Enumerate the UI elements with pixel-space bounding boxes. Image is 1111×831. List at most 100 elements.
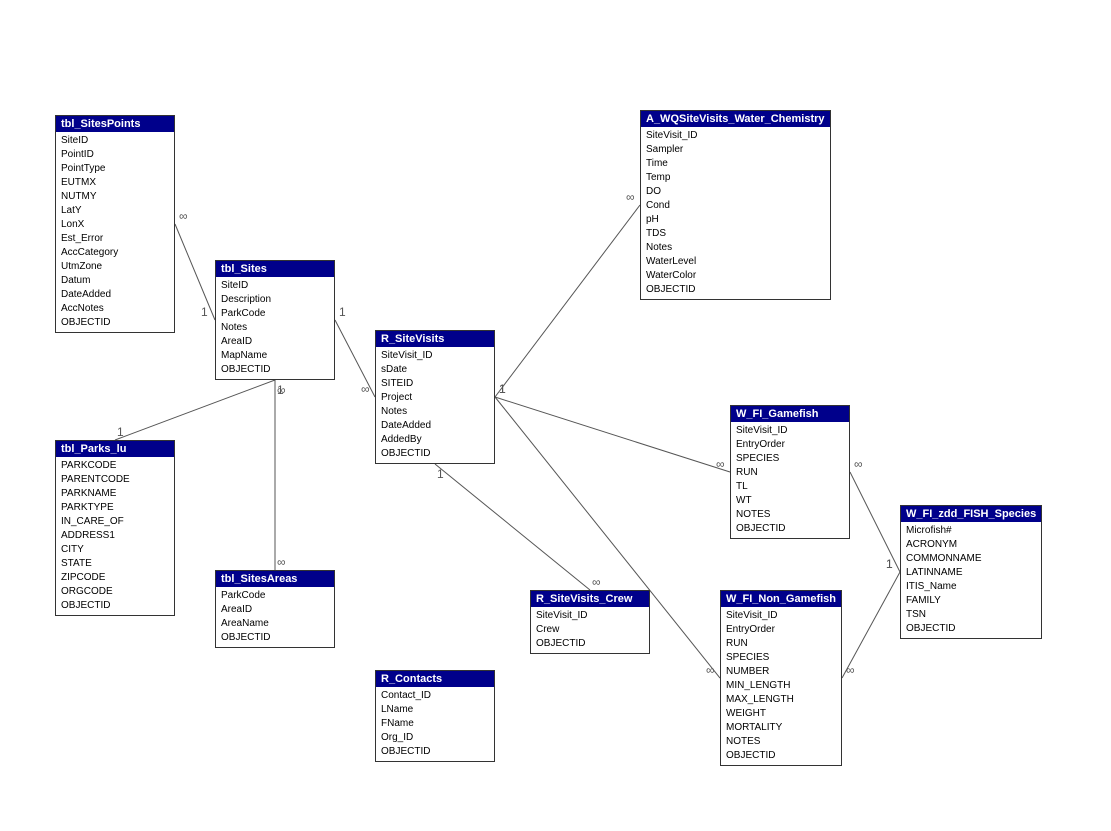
field-row: ParkCode — [221, 307, 329, 321]
field-row: FName — [381, 717, 489, 731]
field-row: TL — [736, 480, 844, 494]
table-R_Contacts: R_ContactsContact_IDLNameFNameOrg_IDOBJE… — [375, 670, 495, 762]
field-row: FAMILY — [906, 594, 1036, 608]
field-row: EntryOrder — [736, 438, 844, 452]
field-row: EntryOrder — [726, 623, 836, 637]
field-row: IN_CARE_OF — [61, 515, 169, 529]
field-row: Microfish# — [906, 524, 1036, 538]
field-row: SiteVisit_ID — [736, 424, 844, 438]
svg-text:1: 1 — [117, 425, 124, 439]
field-row: OBJECTID — [536, 637, 644, 651]
field-row: LatY — [61, 204, 169, 218]
field-row: WEIGHT — [726, 707, 836, 721]
field-row: SiteID — [221, 279, 329, 293]
table-header-R_SiteVisits: R_SiteVisits — [376, 331, 494, 347]
field-row: Est_Error — [61, 232, 169, 246]
page-header — [0, 0, 1111, 10]
field-row: NUMBER — [726, 665, 836, 679]
field-row: MORTALITY — [726, 721, 836, 735]
field-row: DateAdded — [381, 419, 489, 433]
field-row: OBJECTID — [221, 363, 329, 377]
field-row: MAX_LENGTH — [726, 693, 836, 707]
field-row: Crew — [536, 623, 644, 637]
table-W_FI_Non_Gamefish: W_FI_Non_Gamefish SiteVisit_IDEntryOrderR… — [720, 590, 842, 766]
table-header-R_SiteVisits_Crew: R_SiteVisits_Crew — [531, 591, 649, 607]
table-W_FI_zdd_FISH_Species: W_FI_zdd_FISH_SpeciesMicrofish#ACRONYMCO… — [900, 505, 1042, 639]
field-row: SiteVisit_ID — [536, 609, 644, 623]
table-R_SiteVisits: R_SiteVisits SiteVisit_IDsDateSITEIDProje… — [375, 330, 495, 464]
field-row: sDate — [381, 363, 489, 377]
field-row: SiteVisit_ID — [646, 129, 825, 143]
svg-text:∞: ∞ — [179, 209, 188, 223]
field-row: Project — [381, 391, 489, 405]
field-row: TSN — [906, 608, 1036, 622]
field-row: WaterColor — [646, 269, 825, 283]
field-row: TDS — [646, 227, 825, 241]
table-A_WQSiteVisits_Water_Chemistry: A_WQSiteVisits_Water_ChemistrySiteVisit_… — [640, 110, 831, 300]
field-row: OBJECTID — [61, 316, 169, 330]
field-row: AreaName — [221, 617, 329, 631]
table-tbl_Parks_lu: tbl_Parks_luPARKCODEPARENTCODEPARKNAMEPA… — [55, 440, 175, 616]
field-row: OBJECTID — [906, 622, 1036, 636]
field-row: ZIPCODE — [61, 571, 169, 585]
table-fields-tbl_Parks_lu: PARKCODEPARENTCODEPARKNAMEPARKTYPEIN_CAR… — [56, 457, 174, 615]
svg-text:∞: ∞ — [854, 457, 863, 471]
field-row: SPECIES — [726, 651, 836, 665]
field-row: NOTES — [736, 508, 844, 522]
field-row: OBJECTID — [726, 749, 836, 763]
field-row: PARKTYPE — [61, 501, 169, 515]
field-row: OBJECTID — [221, 631, 329, 645]
field-row: Notes — [646, 241, 825, 255]
svg-text:1: 1 — [437, 467, 444, 481]
field-row: LATINNAME — [906, 566, 1036, 580]
svg-text:∞: ∞ — [626, 190, 635, 204]
field-row: OBJECTID — [736, 522, 844, 536]
table-fields-R_Contacts: Contact_IDLNameFNameOrg_IDOBJECTID — [376, 687, 494, 761]
field-row: NOTES — [726, 735, 836, 749]
table-fields-W_FI_Gamefish: SiteVisit_IDEntryOrderSPECIESRUNTLWTNOTE… — [731, 422, 849, 538]
svg-text:1: 1 — [339, 305, 346, 319]
table-R_SiteVisits_Crew: R_SiteVisits_CrewSiteVisit_IDCrewOBJECTI… — [530, 590, 650, 654]
field-row: ITIS_Name — [906, 580, 1036, 594]
field-row: RUN — [726, 637, 836, 651]
field-row: DateAdded — [61, 288, 169, 302]
field-row: PARKNAME — [61, 487, 169, 501]
field-row: PointID — [61, 148, 169, 162]
field-row: Datum — [61, 274, 169, 288]
field-row: NUTMY — [61, 190, 169, 204]
field-row: Time — [646, 157, 825, 171]
field-row: Notes — [381, 405, 489, 419]
table-header-tbl_Sites: tbl_Sites — [216, 261, 334, 277]
svg-text:1: 1 — [886, 557, 893, 571]
field-row: pH — [646, 213, 825, 227]
field-row: WaterLevel — [646, 255, 825, 269]
table-header-R_Contacts: R_Contacts — [376, 671, 494, 687]
field-row: MapName — [221, 349, 329, 363]
field-row: SiteVisit_ID — [726, 609, 836, 623]
field-row: AccNotes — [61, 302, 169, 316]
svg-text:1: 1 — [499, 382, 506, 396]
field-row: Description — [221, 293, 329, 307]
field-row: Org_ID — [381, 731, 489, 745]
field-row: CITY — [61, 543, 169, 557]
field-row: OBJECTID — [61, 599, 169, 613]
field-row: SITEID — [381, 377, 489, 391]
field-row: COMMONNAME — [906, 552, 1036, 566]
table-header-W_FI_Non_Gamefish: W_FI_Non_Gamefish — [721, 591, 841, 607]
field-row: LName — [381, 703, 489, 717]
table-tbl_SitesAreas: tbl_SitesAreasParkCodeAreaIDAreaNameOBJE… — [215, 570, 335, 648]
field-row: ParkCode — [221, 589, 329, 603]
table-header-W_FI_zdd_FISH_Species: W_FI_zdd_FISH_Species — [901, 506, 1041, 522]
svg-text:1: 1 — [277, 383, 284, 397]
table-tbl_SitesPoints: tbl_SitesPointsSiteIDPointIDPointTypeEUT… — [55, 115, 175, 333]
svg-text:∞: ∞ — [846, 663, 855, 677]
table-fields-R_SiteVisits_Crew: SiteVisit_IDCrewOBJECTID — [531, 607, 649, 653]
table-header-tbl_Parks_lu: tbl_Parks_lu — [56, 441, 174, 457]
field-row: Contact_ID — [381, 689, 489, 703]
field-row: Notes — [221, 321, 329, 335]
field-row: Temp — [646, 171, 825, 185]
field-row: SiteVisit_ID — [381, 349, 489, 363]
svg-text:∞: ∞ — [706, 663, 715, 677]
table-tbl_Sites: tbl_SitesSiteIDDescriptionParkCodeNotesA… — [215, 260, 335, 380]
svg-text:∞: ∞ — [277, 383, 286, 397]
